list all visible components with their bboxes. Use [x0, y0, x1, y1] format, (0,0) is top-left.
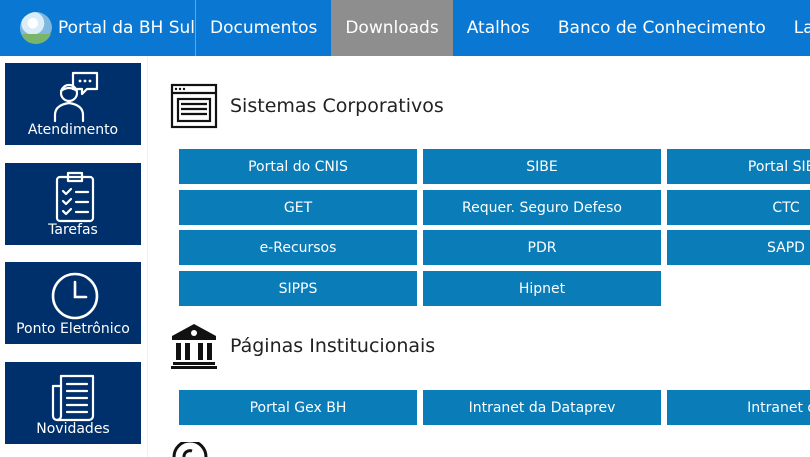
portal-logo-icon [20, 12, 52, 44]
link-button[interactable]: Intranet da Dataprev [423, 390, 661, 425]
brand-link[interactable]: Portal da BH Sul [0, 0, 196, 56]
link-button[interactable]: Portal SIBE [667, 149, 810, 184]
window-icon [170, 83, 218, 129]
sidebar-item-label: Atendimento [27, 122, 119, 138]
link-button[interactable]: Requer. Seguro Defeso [423, 190, 661, 225]
sidebar-item-novidades[interactable]: Novidades [5, 362, 141, 444]
link-button[interactable]: Hipnet [423, 271, 661, 306]
link-button[interactable]: Portal do CNIS [179, 149, 417, 184]
link-button[interactable]: CTC [667, 190, 810, 225]
institution-icon [171, 324, 217, 369]
partial-section-icon [172, 442, 208, 457]
sidebar-item-label: Tarefas [48, 222, 98, 238]
brand-title: Portal da BH Sul [58, 18, 195, 38]
sidebar: Atendimento Tarefas Ponto Eletrônico Nov… [0, 56, 148, 457]
clipboard-checklist-icon [55, 171, 95, 223]
sidebar-item-tarefas[interactable]: Tarefas [5, 163, 141, 245]
main-content: Sistemas Corporativos Portal do CNIS SIB… [148, 56, 810, 457]
sidebar-item-atendimento[interactable]: Atendimento [5, 63, 141, 145]
sidebar-item-label: Ponto Eletrônico [16, 321, 130, 337]
sidebar-item-ponto-eletronico[interactable]: Ponto Eletrônico [5, 262, 141, 344]
section-title: Páginas Institucionais [230, 335, 436, 357]
link-button[interactable]: PDR [423, 230, 661, 265]
link-button[interactable]: SIBE [423, 149, 661, 184]
sidebar-item-label: Novidades [36, 421, 110, 437]
link-button[interactable]: Intranet do [667, 390, 810, 425]
nav-atalhos[interactable]: Atalhos [453, 0, 544, 56]
section-header-corporativos: Sistemas Corporativos [170, 82, 444, 130]
newspaper-icon [51, 374, 95, 422]
link-button[interactable]: Portal Gex BH [179, 390, 417, 425]
link-button[interactable]: SAPD [667, 230, 810, 265]
link-button[interactable]: e-Recursos [179, 230, 417, 265]
top-nav-bar: Portal da BH Sul Documentos Downloads At… [0, 0, 810, 56]
nav-labs[interactable]: Labs [780, 0, 810, 56]
attendant-icon [53, 71, 99, 123]
clock-icon [51, 272, 99, 320]
section-header-institucionais: Páginas Institucionais [170, 322, 435, 370]
nav-downloads[interactable]: Downloads [331, 0, 453, 56]
link-button[interactable]: GET [179, 190, 417, 225]
section-title: Sistemas Corporativos [230, 95, 444, 117]
nav-banco-de-conhecimento[interactable]: Banco de Conhecimento [544, 0, 780, 56]
link-button[interactable]: SIPPS [179, 271, 417, 306]
nav-documentos[interactable]: Documentos [196, 0, 331, 56]
